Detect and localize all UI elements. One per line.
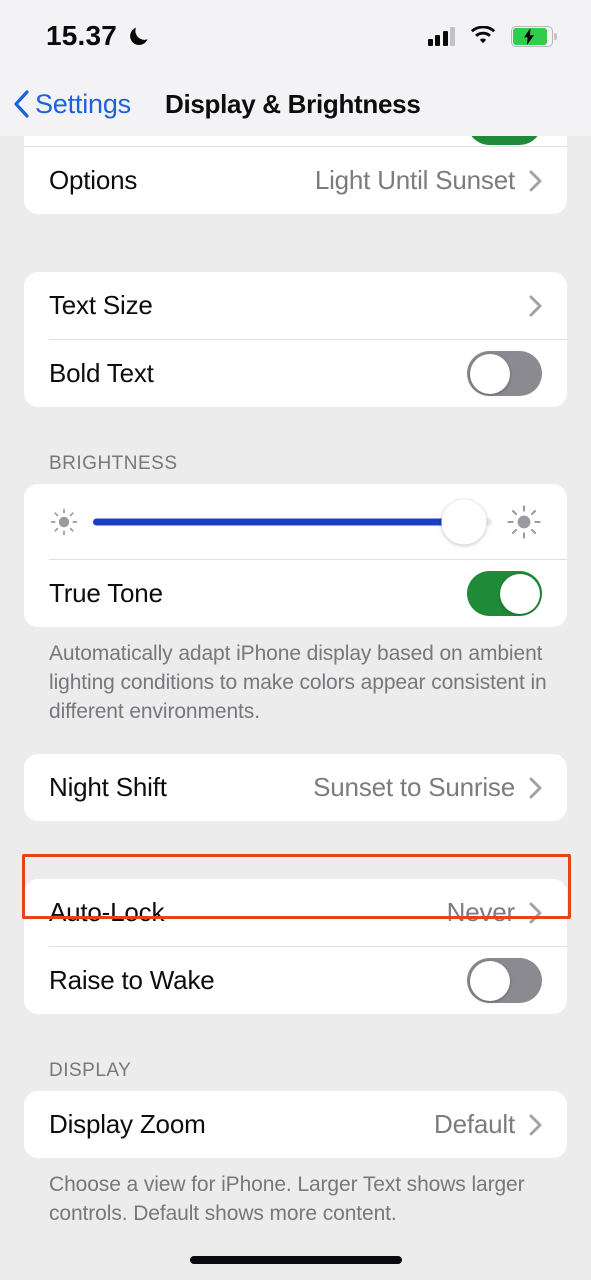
row-accessory-group: Default [434,1109,542,1140]
appearance-options-card: Options Light Until Sunset [24,146,567,214]
row-text-size[interactable]: Text Size [24,272,567,339]
row-value: Never [446,897,516,927]
navigation-bar: Settings Display & Brightness [0,72,591,136]
text-card: Text Size Bold Text [24,272,567,407]
row-accessory-group: Sunset to Sunrise [313,772,542,803]
chevron-right-icon [529,1114,542,1136]
row-label: Raise to Wake [49,965,215,995]
row-options[interactable]: Options Light Until Sunset [24,147,567,214]
cellular-signal-icon [427,26,455,46]
back-button[interactable]: Settings [13,89,131,120]
toggle-knob [469,960,510,1001]
row-bold-text[interactable]: Bold Text [24,340,567,407]
row-label: Options [49,165,138,195]
section-header-display: DISPLAY [49,1060,132,1081]
automatic-appearance-toggle[interactable] [467,136,542,145]
crescent-moon-icon [127,24,151,48]
appearance-card-clipped [24,136,567,146]
settings-scroll-view[interactable]: Options Light Until Sunset Text Size Bol… [0,136,591,1280]
brightness-slider-row[interactable] [24,484,567,559]
row-display-zoom[interactable]: Display Zoom Default [24,1091,567,1158]
lock-card: Auto-Lock Never Raise to Wake [24,879,567,1014]
row-label: Display Zoom [49,1109,206,1139]
row-night-shift[interactable]: Night Shift Sunset to Sunrise [24,754,567,821]
page-title: Display & Brightness [164,88,421,119]
row-value: Light Until Sunset [314,165,515,195]
status-bar-left: 15.37 [46,20,151,52]
sun-large-icon [506,504,542,540]
row-label: Auto-Lock [49,897,165,927]
row-accessory-group: Light Until Sunset [315,165,542,196]
true-tone-toggle[interactable] [467,571,542,616]
display-footer-text: Choose a view for iPhone. Larger Text sh… [49,1173,525,1225]
toggle-knob [469,353,510,394]
chevron-right-icon [529,295,542,317]
status-bar-right [427,25,557,47]
brightness-footer-text: Automatically adapt iPhone display based… [49,642,547,723]
row-value: Sunset to Sunrise [313,772,515,802]
row-accessory-group [529,295,542,317]
row-label: Text Size [49,290,153,320]
status-bar: 15.37 [0,0,591,72]
slider-thumb[interactable] [441,499,487,544]
chevron-right-icon [529,902,542,924]
wifi-icon [470,25,496,46]
raise-to-wake-toggle[interactable] [467,958,542,1003]
row-accessory-group: Never [447,897,542,928]
iphone-screen: 15.37 Settings Display & Brightness Opti… [0,0,591,1280]
night-shift-card: Night Shift Sunset to Sunrise [24,754,567,821]
row-label: True Tone [49,578,163,608]
chevron-right-icon [529,777,542,799]
row-raise-to-wake[interactable]: Raise to Wake [24,947,567,1014]
chevron-left-icon [13,90,29,118]
section-header-brightness: BRIGHTNESS [49,453,178,474]
brightness-slider[interactable] [93,499,492,544]
battery-charging-icon [511,25,557,47]
home-indicator [189,1256,402,1264]
sun-small-icon [49,507,79,537]
toggle-knob [499,573,540,614]
row-true-tone[interactable]: True Tone [24,560,567,627]
brightness-card: True Tone [24,484,567,627]
back-button-label: Settings [35,88,131,119]
slider-fill [93,518,465,525]
row-label: Bold Text [49,358,154,388]
row-value: Default [434,1109,515,1139]
row-auto-lock[interactable]: Auto-Lock Never [24,879,567,946]
status-time: 15.37 [46,20,118,51]
chevron-right-icon [529,170,542,192]
display-card: Display Zoom Default [24,1091,567,1158]
bold-text-toggle[interactable] [467,351,542,396]
row-label: Night Shift [49,772,167,802]
